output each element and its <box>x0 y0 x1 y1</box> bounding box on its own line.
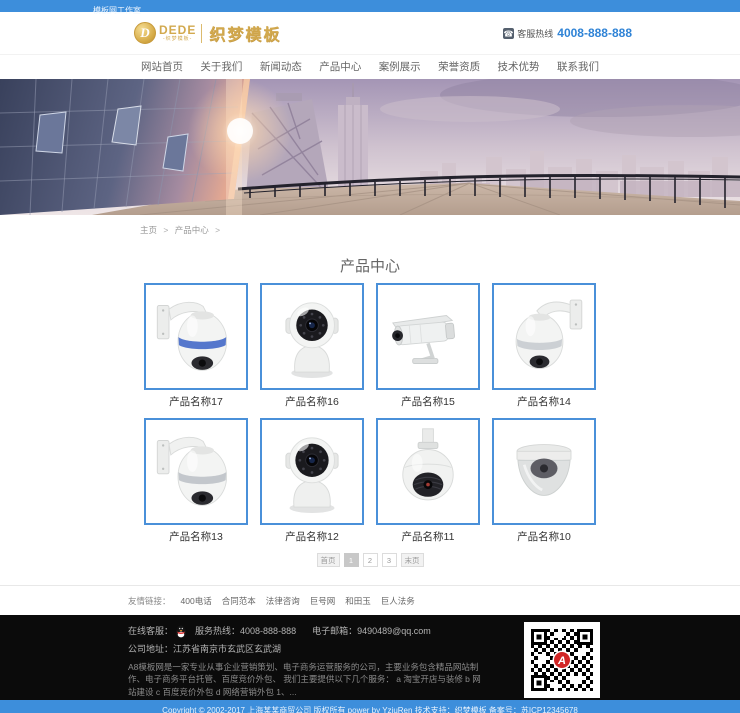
product-card[interactable]: 产品名称16 <box>260 283 364 409</box>
product-card[interactable]: 产品名称15 <box>376 283 480 409</box>
product-name-link[interactable]: 产品名称13 <box>144 530 248 544</box>
nav-item-news[interactable]: 新闻动态 <box>260 55 302 79</box>
address-value: 江苏省南京市玄武区玄武湖 <box>173 643 281 656</box>
friend-link[interactable]: 和田玉 <box>345 595 371 607</box>
pagination-page-1[interactable]: 1 <box>344 553 359 567</box>
product-image-bullet-camera-icon <box>376 283 480 390</box>
logo-dede-block: DEDE -织梦模板- <box>159 25 196 42</box>
friend-links-bar: 友情链接： 400电话 合同范本 法律咨询 巨号网 和田玉 巨人法务 <box>0 585 740 615</box>
friend-links-label: 友情链接： <box>128 595 171 607</box>
product-image-wall-dome-camera-icon <box>144 418 248 525</box>
product-image-wall-dome-camera-icon <box>144 283 248 390</box>
online-service-label: 在线客服： <box>128 625 173 638</box>
nav-item-products[interactable]: 产品中心 <box>319 55 361 79</box>
friend-link[interactable]: 合同范本 <box>222 595 256 607</box>
product-image-pan-tilt-camera-icon <box>260 418 364 525</box>
main-nav: 网站首页 关于我们 新闻动态 产品中心 案例展示 荣誉资质 技术优势 联系我们 <box>0 55 740 79</box>
product-grid: 产品名称17 产品名称16 <box>144 283 596 544</box>
product-card[interactable]: 产品名称17 <box>144 283 248 409</box>
hotline-number: 4008-888-888 <box>557 26 632 40</box>
friend-link[interactable]: 巨人法务 <box>381 595 415 607</box>
address-label: 公司地址： <box>128 643 173 656</box>
qr-code: A <box>524 622 600 698</box>
breadcrumb-separator: > <box>215 225 220 235</box>
logo-separator <box>201 24 202 43</box>
logo-coin-icon: D <box>134 22 156 44</box>
pagination-first[interactable]: 首页 <box>317 553 340 567</box>
header: D DEDE -织梦模板- 织梦模板 ☎ 客服热线 4008-888-888 <box>0 12 740 55</box>
product-card[interactable]: 产品名称12 <box>260 418 364 544</box>
nav-item-honors[interactable]: 荣誉资质 <box>438 55 480 79</box>
hero-banner-city-image <box>0 79 740 215</box>
copyright-bar: Copyright © 2002-2017 上海某某商贸公司 版权所有 powe… <box>0 700 740 713</box>
product-image-speed-dome-camera-icon <box>492 283 596 390</box>
friend-link[interactable]: 巨号网 <box>310 595 336 607</box>
footer: 在线客服： 服务热线： 4008-888-888 电子邮箱： 9490489@q… <box>0 615 740 700</box>
breadcrumb-home[interactable]: 主页 <box>140 225 157 235</box>
nav-item-contact[interactable]: 联系我们 <box>557 55 599 79</box>
pagination-page-3[interactable]: 3 <box>382 553 397 567</box>
product-name-link[interactable]: 产品名称16 <box>260 395 364 409</box>
nav-item-about[interactable]: 关于我们 <box>200 55 242 79</box>
pagination-page-2[interactable]: 2 <box>363 553 378 567</box>
nav-item-home[interactable]: 网站首页 <box>141 55 183 79</box>
product-card[interactable]: 产品名称13 <box>144 418 248 544</box>
email-label: 电子邮箱： <box>312 625 357 638</box>
breadcrumb: 主页 > 产品中心 > <box>0 215 740 245</box>
product-card[interactable]: 产品名称14 <box>492 283 596 409</box>
nav-item-tech[interactable]: 技术优势 <box>498 55 540 79</box>
product-image-pole-dome-camera-icon <box>376 418 480 525</box>
product-name-link[interactable]: 产品名称11 <box>376 530 480 544</box>
svg-text:☎: ☎ <box>504 29 514 38</box>
copyright-text: Copyright © 2002-2017 上海某某商贸公司 版权所有 powe… <box>162 706 578 713</box>
product-name-link[interactable]: 产品名称10 <box>492 530 596 544</box>
hotline: ☎ 客服热线 4008-888-888 <box>503 26 632 40</box>
service-hotline-label: 服务热线： <box>195 625 240 638</box>
page-title: 产品中心 <box>0 257 740 277</box>
product-image-pan-tilt-camera-icon <box>260 283 364 390</box>
pagination-last[interactable]: 末页 <box>401 553 424 567</box>
studio-name: 模板网工作室 <box>93 5 141 17</box>
company-intro: A8模板网是一家专业从事企业营销策划、电子商务运营服务的公司，主要业务包含精品网… <box>128 661 486 698</box>
product-card[interactable]: 产品名称11 <box>376 418 480 544</box>
breadcrumb-current[interactable]: 产品中心 <box>175 225 209 235</box>
top-bar: 模板网工作室 <box>0 0 740 12</box>
hotline-label: 客服热线 <box>517 27 553 40</box>
pagination: 首页 1 2 3 末页 <box>0 553 740 568</box>
product-image-ceiling-dome-camera-icon <box>492 418 596 525</box>
phone-icon: ☎ <box>503 28 514 39</box>
nav-item-cases[interactable]: 案例展示 <box>379 55 421 79</box>
svg-text:A: A <box>557 655 566 667</box>
friend-link[interactable]: 法律咨询 <box>266 595 300 607</box>
site-logo[interactable]: D DEDE -织梦模板- 织梦模板 <box>134 21 281 45</box>
product-name-link[interactable]: 产品名称12 <box>260 530 364 544</box>
logo-sub-text: -织梦模板- <box>159 36 196 42</box>
product-name-link[interactable]: 产品名称17 <box>144 395 248 409</box>
service-hotline-number: 4008-888-888 <box>240 625 296 638</box>
product-name-link[interactable]: 产品名称14 <box>492 395 596 409</box>
email-value: 9490489@qq.com <box>357 625 431 638</box>
qq-penguin-icon[interactable] <box>175 625 187 638</box>
logo-dede-text: DEDE <box>159 25 196 36</box>
breadcrumb-separator: > <box>163 225 168 235</box>
friend-link[interactable]: 400电话 <box>181 595 212 607</box>
product-card[interactable]: 产品名称10 <box>492 418 596 544</box>
logo-text-cn: 织梦模板 <box>209 21 281 45</box>
product-name-link[interactable]: 产品名称15 <box>376 395 480 409</box>
